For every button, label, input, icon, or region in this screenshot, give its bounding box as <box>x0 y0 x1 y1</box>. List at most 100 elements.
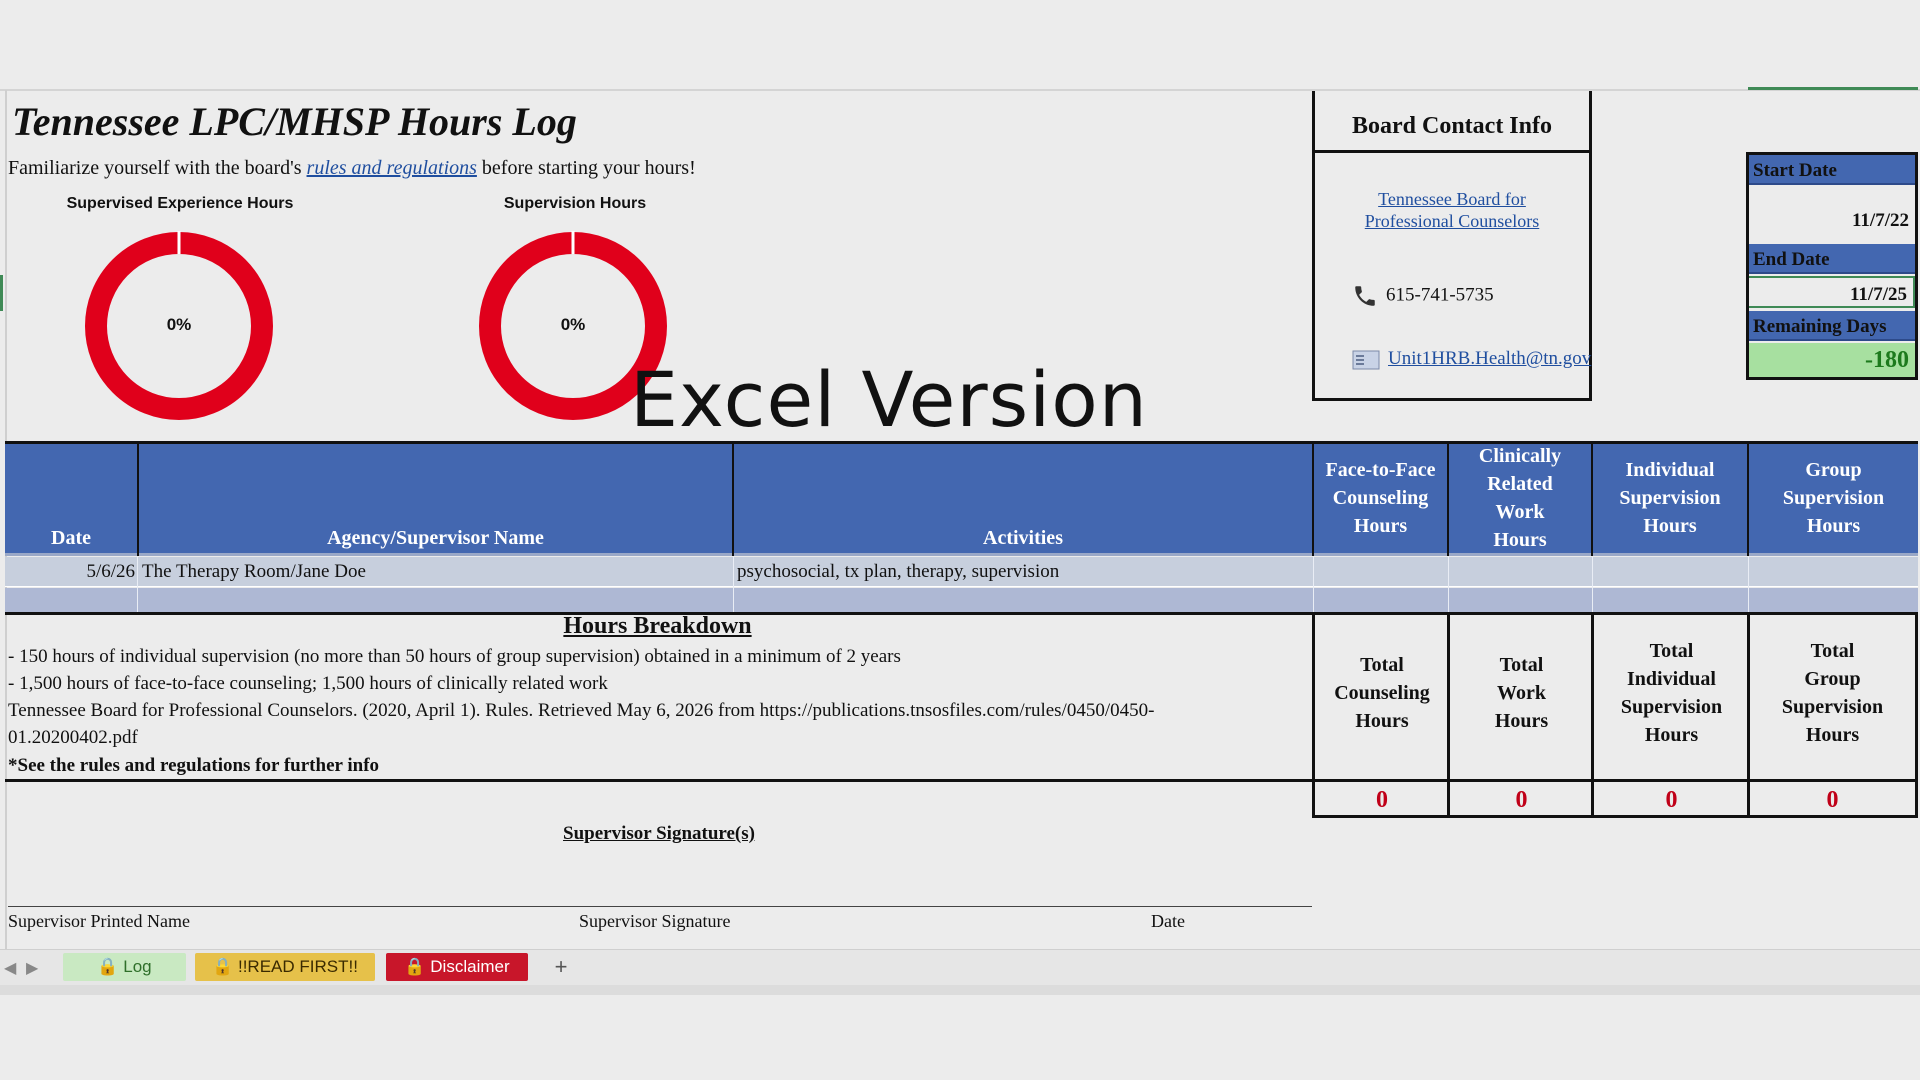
header-line: Hours <box>1493 529 1547 551</box>
signature-date-label: Date <box>1151 911 1185 931</box>
start-date-value[interactable]: 11/7/22 <box>1749 210 1915 232</box>
table-row[interactable] <box>5 588 1918 612</box>
total-label-line: Supervision <box>1781 696 1884 718</box>
total-label-line: Supervision <box>1620 696 1723 718</box>
donut-center-label: 0% <box>560 315 586 334</box>
header-line: Related <box>1487 473 1553 495</box>
email-address: Unit1HRB.Health@tn.gov <box>1388 348 1592 369</box>
add-sheet-icon[interactable]: + <box>546 953 576 981</box>
board-link-line2: Professional Counselors <box>1364 211 1540 231</box>
total-label-line: Hours <box>1644 724 1699 746</box>
total-work-label: Total Work Hours <box>1447 612 1593 782</box>
tab-label: !!READ FIRST!! <box>237 957 358 976</box>
tab-disclaimer[interactable]: 🔒 Disclaimer <box>386 953 528 981</box>
total-individual-value: 0 <box>1591 782 1749 818</box>
header-agency[interactable]: Agency/Supervisor Name <box>139 444 732 554</box>
header-line: Work <box>1495 501 1545 523</box>
intro-suffix: before starting your hours! <box>476 157 696 179</box>
supervisor-printed-name-label: Supervisor Printed Name <box>8 911 190 931</box>
start-date-label: Start Date <box>1749 155 1915 185</box>
phone-icon <box>1355 286 1375 306</box>
intro-text: Familiarize yourself with the board's ru… <box>8 157 696 180</box>
board-link-line1: Tennessee Board for <box>1378 189 1526 209</box>
total-label-line: Individual <box>1627 668 1716 690</box>
total-individual-label: Total Individual Supervision Hours <box>1591 612 1749 782</box>
rules-link[interactable]: rules and regulations <box>307 157 477 179</box>
total-label-line: Counseling <box>1334 682 1430 704</box>
total-work-value: 0 <box>1447 782 1593 818</box>
remaining-days-label: Remaining Days <box>1749 311 1915 341</box>
selection-indicator <box>1748 87 1918 90</box>
end-date-value[interactable]: 11/7/25 <box>1749 276 1915 308</box>
header-line: Hours <box>1643 515 1697 537</box>
page-title: Tennessee LPC/MHSP Hours Log <box>12 99 577 144</box>
header-clinically-related[interactable]: Clinically Related Work Hours <box>1449 444 1591 554</box>
header-face-to-face[interactable]: Face-to-Face Counseling Hours <box>1314 444 1447 554</box>
mail-icon <box>1352 350 1380 370</box>
lock-icon: 🔒 <box>404 957 426 976</box>
header-line: Clinically <box>1478 445 1562 467</box>
lock-icon: 🔒 <box>97 957 119 976</box>
scroll-left-icon[interactable]: ◀ <box>4 958 16 978</box>
status-bar <box>0 985 1920 995</box>
breakdown-line: - 1,500 hours of face-to-face counseling… <box>8 673 608 694</box>
tab-read-first[interactable]: 🔒 !!READ FIRST!! <box>195 953 375 981</box>
total-label-line: Hours <box>1805 724 1860 746</box>
total-label-line: Total <box>1649 640 1694 662</box>
total-group-label: Total Group Supervision Hours <box>1747 612 1918 782</box>
cell-divider <box>1592 557 1593 612</box>
excel-version-overlay: Excel Version <box>630 355 1148 444</box>
cell-agency[interactable]: The Therapy Room/Jane Doe <box>142 557 366 587</box>
breakdown-citation: Tennessee Board for Professional Counsel… <box>8 700 1155 721</box>
header-line: Counseling <box>1332 487 1429 509</box>
remaining-days-value: -180 <box>1749 343 1915 377</box>
header-line: Hours <box>1806 515 1861 537</box>
lock-icon: 🔒 <box>212 957 234 976</box>
cell-divider <box>1748 557 1749 612</box>
cell-divider <box>733 557 734 612</box>
hours-breakdown-title: Hours Breakdown <box>563 613 752 639</box>
cell-divider <box>1448 557 1449 612</box>
total-label-line: Total <box>1810 640 1855 662</box>
total-label-line: Work <box>1497 682 1546 704</box>
board-website-link[interactable]: Tennessee Board for Professional Counsel… <box>1312 188 1592 232</box>
breakdown-note: *See the rules and regulations for furth… <box>8 755 380 776</box>
cell-date[interactable]: 5/6/26 <box>8 557 135 587</box>
total-label-line: Total <box>1360 654 1404 676</box>
signature-line[interactable] <box>8 906 1312 907</box>
board-email[interactable]: Unit1HRB.Health@tn.gov <box>1352 348 1591 370</box>
header-line: Hours <box>1353 515 1408 537</box>
row-selection-indicator <box>0 275 3 311</box>
intro-prefix: Familiarize yourself with the board's <box>8 157 307 179</box>
total-group-value: 0 <box>1747 782 1918 818</box>
header-activities[interactable]: Activities <box>734 444 1312 554</box>
cell-activities[interactable]: psychosocial, tx plan, therapy, supervis… <box>737 557 1059 587</box>
breakdown-line: - 150 hours of individual supervision (n… <box>8 646 901 667</box>
chart-title-supervision: Supervision Hours <box>503 195 647 212</box>
header-date[interactable]: Date <box>5 444 137 554</box>
total-label-line: Hours <box>1355 710 1409 732</box>
phone-number: 615-741-5735 <box>1386 284 1494 306</box>
board-contact-title: Board Contact Info <box>1312 91 1592 153</box>
total-label-line: Total <box>1499 654 1544 676</box>
total-counseling-label: Total Counseling Hours <box>1312 612 1449 782</box>
tab-label: Disclaimer <box>430 957 510 976</box>
supervisor-signature-label: Supervisor Signature <box>579 911 731 931</box>
header-individual-supervision[interactable]: Individual Supervision Hours <box>1593 444 1747 554</box>
scroll-right-icon[interactable]: ▶ <box>26 958 38 978</box>
breakdown-citation-cont: 01.20200402.pdf <box>8 727 138 748</box>
chart-title-supervised-experience: Supervised Experience Hours <box>66 195 294 212</box>
header-line: Face-to-Face <box>1325 459 1436 481</box>
tab-log[interactable]: 🔒 Log <box>63 953 186 981</box>
supervisor-signatures-title: Supervisor Signature(s) <box>563 823 755 844</box>
header-line: Supervision <box>1782 487 1885 509</box>
header-group-supervision[interactable]: Group Supervision Hours <box>1749 444 1918 554</box>
header-line: Group <box>1805 459 1862 481</box>
total-counseling-value: 0 <box>1312 782 1449 818</box>
header-line: Individual <box>1625 459 1715 481</box>
end-date-label: End Date <box>1749 244 1915 274</box>
donut-center-label: 0% <box>166 315 192 334</box>
total-label-line: Group <box>1804 668 1861 690</box>
cell-divider <box>1313 557 1314 612</box>
sheet-top-border <box>0 89 1920 91</box>
